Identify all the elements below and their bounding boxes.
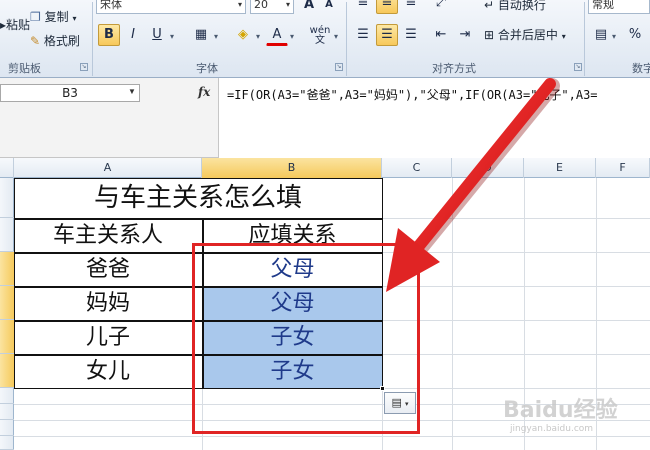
italic-button[interactable]: I	[122, 24, 144, 46]
row-header[interactable]	[0, 436, 14, 450]
grow-font-button[interactable]: A	[298, 0, 320, 16]
copy-icon: ❐	[30, 10, 41, 24]
underline-dropdown-icon[interactable]: ▾	[170, 32, 174, 41]
merge-center-icon: ⊞	[484, 28, 495, 42]
fill-color-button[interactable]: ◈	[232, 24, 254, 46]
formula-text: =IF(OR(A3="爸爸",A3="妈妈"),"父母",IF(OR(A3="儿…	[227, 88, 598, 102]
font-color-dropdown-icon[interactable]: ▾	[290, 32, 294, 41]
formula-input[interactable]: =IF(OR(A3="爸爸",A3="妈妈"),"父母",IF(OR(A3="儿…	[218, 78, 650, 158]
format-painter-button[interactable]: ✎ 格式刷	[30, 30, 80, 52]
watermark-url: jingyan.baidu.com	[510, 424, 594, 434]
ribbon-separator	[584, 2, 585, 76]
gridline	[14, 436, 650, 437]
number-format-combo[interactable]: 常规	[588, 0, 650, 14]
orientation-button[interactable]: ⤢	[430, 0, 452, 14]
increase-indent-button[interactable]: ⇥	[454, 24, 476, 46]
column-header-d[interactable]: D	[452, 158, 524, 178]
shrink-font-button[interactable]: A	[318, 0, 340, 16]
merge-center-button[interactable]: ⊞ 合并后居中 ▾	[484, 24, 566, 46]
align-left-icon: ☰	[357, 27, 369, 42]
table-rule	[14, 218, 383, 220]
fill-color-icon: ◈	[238, 27, 248, 42]
border-button[interactable]: ▦	[190, 24, 212, 46]
align-top-button[interactable]: ≡	[352, 0, 374, 14]
decrease-indent-button[interactable]: ⇤	[430, 24, 452, 46]
fx-icon[interactable]: fx	[198, 85, 210, 99]
row-header[interactable]	[0, 420, 14, 436]
wrap-text-button[interactable]: ↵ 自动换行	[484, 0, 546, 16]
phonetic-button[interactable]: wén 文	[306, 24, 334, 46]
watermark: Baidu经验	[503, 398, 618, 423]
format-painter-icon: ✎	[30, 34, 41, 48]
align-right-button[interactable]: ☰	[400, 24, 422, 46]
align-left-button[interactable]: ☰	[352, 24, 374, 46]
column-header-e[interactable]: E	[524, 158, 596, 178]
font-size-combo[interactable]: 20 ▾	[250, 0, 294, 14]
row-header[interactable]	[0, 404, 14, 420]
clipboard-launcher-icon[interactable]: ↘	[80, 63, 88, 71]
copy-button[interactable]: ❐ 复制 ▾	[30, 6, 76, 28]
row-header[interactable]	[0, 354, 14, 388]
align-center-icon: ☰	[381, 27, 393, 42]
row-header[interactable]	[0, 286, 14, 320]
select-all-corner[interactable]	[0, 158, 14, 178]
align-center-button[interactable]: ☰	[376, 24, 398, 46]
align-right-icon: ☰	[405, 27, 417, 42]
name-box-dropdown-icon[interactable]: ▼	[128, 87, 136, 96]
font-color-button[interactable]: A	[266, 24, 288, 46]
alignment-group-label: 对齐方式	[432, 62, 476, 75]
accounting-dropdown-icon[interactable]: ▾	[612, 32, 616, 41]
bold-button[interactable]: B	[98, 24, 120, 46]
row-header[interactable]	[0, 320, 14, 354]
accounting-format-button[interactable]: ▤	[590, 24, 612, 46]
fill-dropdown-icon[interactable]: ▾	[256, 32, 260, 41]
alignment-launcher-icon[interactable]: ↘	[574, 63, 582, 71]
underline-button[interactable]: U	[146, 24, 168, 46]
clipboard-group-label: 剪贴板	[8, 62, 41, 75]
phonetic-dropdown-icon[interactable]: ▾	[334, 32, 338, 41]
paste-options-icon: ▤	[391, 397, 402, 409]
font-group-label: 字体	[196, 62, 218, 75]
row-header[interactable]	[0, 178, 14, 218]
align-middle-button[interactable]: ≡	[376, 0, 398, 14]
column-header-a[interactable]: A	[14, 158, 202, 178]
column-header-c[interactable]: C	[382, 158, 452, 178]
font-launcher-icon[interactable]: ↘	[335, 63, 343, 71]
row-header[interactable]	[0, 218, 14, 252]
row-headers	[0, 178, 14, 450]
ribbon-separator	[92, 2, 93, 76]
border-icon: ▦	[194, 27, 208, 42]
column-header-f[interactable]: F	[596, 158, 650, 178]
column-headers: A B C D E F	[0, 158, 650, 178]
border-dropdown-icon[interactable]: ▾	[214, 32, 218, 41]
ribbon: ▸粘贴 ❐ 复制 ▾ ✎ 格式刷 剪贴板 ↘ 宋体 ▾ 20 ▾ A A B I U…	[0, 0, 650, 78]
name-box[interactable]: B3	[0, 84, 140, 102]
percent-button[interactable]: %	[624, 24, 646, 46]
row-header[interactable]	[0, 388, 14, 404]
font-name-combo[interactable]: 宋体 ▾	[96, 0, 246, 14]
paste-options-button[interactable]: ▤ ▾	[384, 392, 416, 414]
wrap-text-icon: ↵	[484, 0, 495, 12]
row-header[interactable]	[0, 252, 14, 286]
align-bottom-button[interactable]: ≡	[400, 0, 422, 14]
number-group-label: 数字	[632, 62, 650, 75]
formula-bar: B3 ▼ fx =IF(OR(A3="爸爸",A3="妈妈"),"父母",IF(…	[0, 78, 650, 158]
column-header-b[interactable]: B	[202, 158, 382, 178]
ribbon-separator	[346, 2, 347, 76]
paste-button[interactable]: ▸粘贴	[0, 14, 30, 36]
